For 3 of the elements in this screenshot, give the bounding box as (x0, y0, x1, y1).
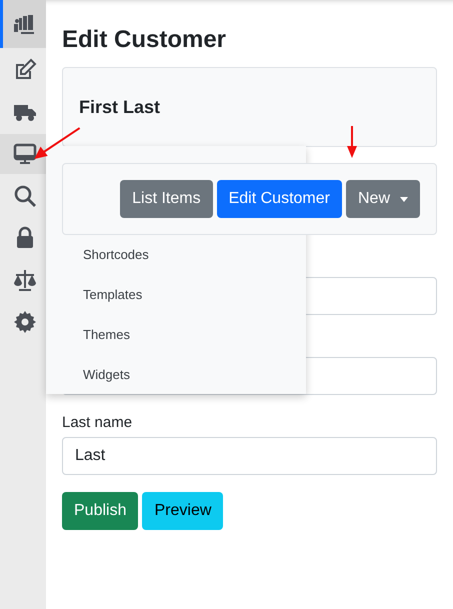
customer-name: First Last (79, 96, 160, 119)
page-title: Edit Customer (62, 25, 228, 55)
field-label: Last name (62, 413, 134, 433)
